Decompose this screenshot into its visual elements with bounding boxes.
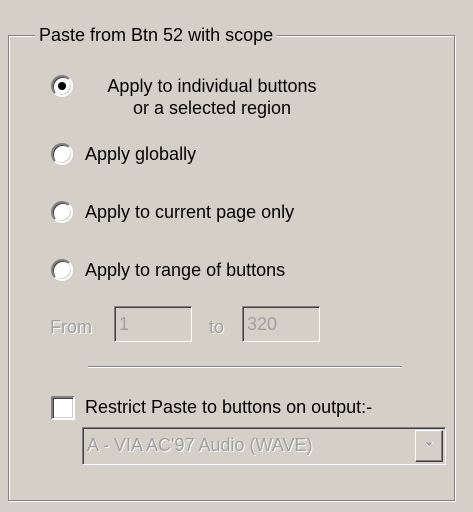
separator	[88, 366, 402, 368]
option-individual-line1: Apply to individual buttons	[107, 76, 317, 96]
range-from-input[interactable]: 1	[114, 306, 192, 342]
option-current-page-label[interactable]: Apply to current page only	[85, 201, 294, 223]
option-individual-line2: or a selected region	[132, 98, 292, 118]
radio-globally[interactable]	[51, 143, 73, 165]
chevron-down-icon	[424, 442, 434, 448]
range-to-input[interactable]: 320	[242, 306, 320, 342]
group-title: Paste from Btn 52 with scope	[35, 24, 278, 46]
option-globally-label[interactable]: Apply globally	[85, 143, 196, 165]
radio-individual-buttons[interactable]	[51, 75, 73, 97]
range-from-label: From	[50, 317, 92, 337]
output-select-dropdown-button[interactable]	[415, 430, 443, 462]
radio-selected-dot	[58, 82, 66, 90]
range-to-label: to	[209, 317, 225, 337]
restrict-paste-label[interactable]: Restrict Paste to buttons on output:-	[85, 396, 372, 418]
restrict-paste-checkbox[interactable]	[51, 396, 75, 420]
radio-range-of-buttons[interactable]	[51, 259, 73, 281]
output-select-value: A - VIA AC'97 Audio (WAVE)	[87, 435, 313, 455]
option-range-label[interactable]: Apply to range of buttons	[85, 259, 285, 281]
option-individual-label[interactable]: Apply to individual buttons or a selecte…	[86, 75, 338, 119]
radio-current-page[interactable]	[51, 201, 73, 223]
output-select[interactable]: A - VIA AC'97 Audio (WAVE)	[82, 427, 446, 465]
